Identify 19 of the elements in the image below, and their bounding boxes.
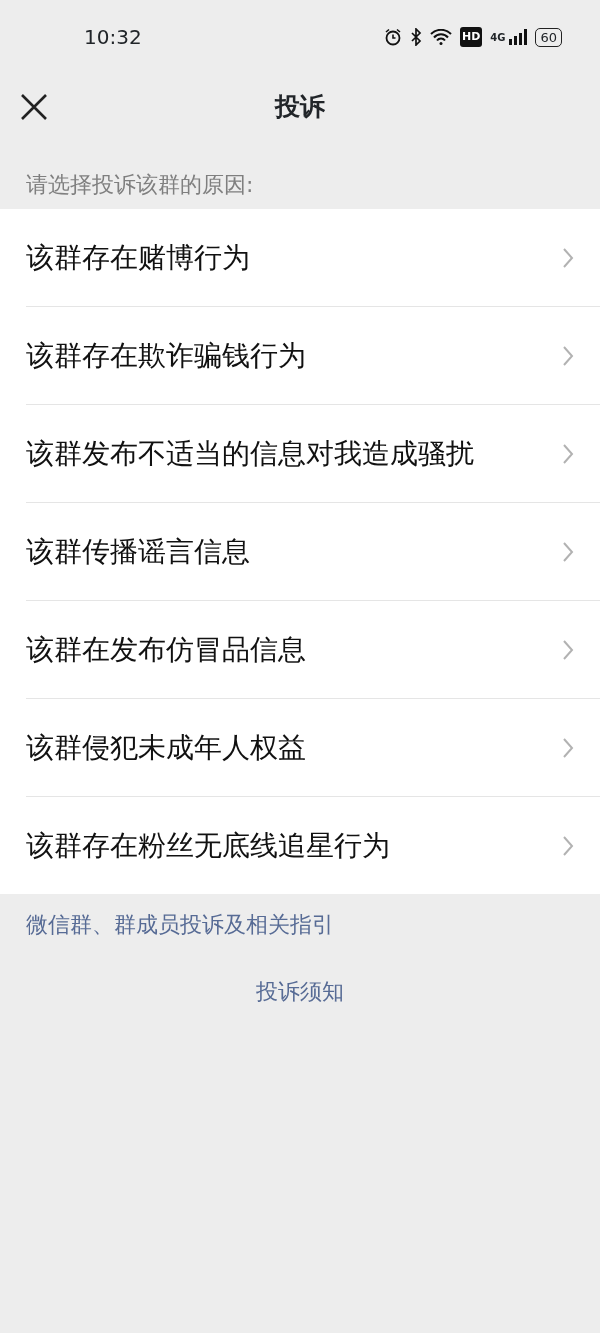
chevron-icon [562, 344, 574, 367]
prompt-text: 请选择投诉该群的原因: [25, 171, 255, 199]
chevron-icon [562, 246, 574, 269]
bluetooth-icon [409, 28, 422, 46]
chevron-icon [562, 834, 574, 857]
battery-level: 60 [535, 27, 562, 47]
hd-indicator: HD [459, 26, 483, 48]
clock-time: 10:32 [84, 24, 142, 51]
chevron-icon [562, 540, 574, 563]
chevron-icon [562, 638, 574, 661]
notice-link[interactable]: 投诉须知 [256, 979, 344, 1004]
chevron-icon [562, 442, 574, 465]
chevron-icon [562, 736, 574, 759]
guide-link[interactable]: 微信群、群成员投诉及相关指引 [26, 912, 334, 937]
page-title: 投诉 [275, 91, 325, 124]
signal-icon [509, 29, 528, 45]
network-type: 4G [490, 31, 506, 45]
wifi-icon [429, 29, 452, 45]
alarm-icon [383, 28, 402, 46]
